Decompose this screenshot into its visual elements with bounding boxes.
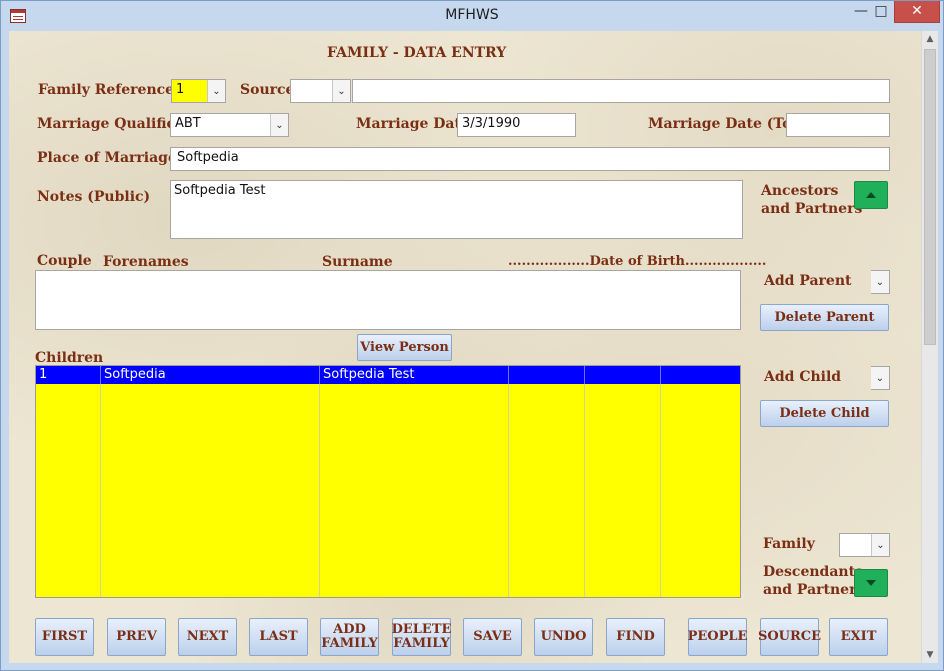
- source-button[interactable]: SOURCE: [757, 618, 822, 656]
- notes-public-field[interactable]: Softpedia Test: [170, 180, 743, 239]
- place-of-marriage-label: Place of Marriage: [37, 150, 177, 166]
- family-reference-label: Family Reference: [38, 82, 175, 98]
- grid-column-divider: [660, 366, 661, 597]
- next-button[interactable]: NEXT: [178, 618, 237, 656]
- people-button-label: PEOPLE: [687, 629, 748, 644]
- family-reference-value: 1: [176, 82, 185, 97]
- window-title: MFHWS: [445, 7, 499, 23]
- add-child-label: Add Child: [764, 369, 842, 385]
- first-button-label: FIRST: [41, 629, 88, 644]
- delete-parent-button[interactable]: Delete Parent: [760, 304, 889, 331]
- marriage-qualifier-value: ABT: [175, 116, 201, 131]
- ancestors-button[interactable]: [854, 181, 888, 209]
- vertical-scrollbar[interactable]: ▲ ▼: [921, 31, 938, 663]
- family-reference-combo[interactable]: 1 ⌄: [171, 79, 226, 103]
- scroll-down-icon[interactable]: ▼: [922, 647, 938, 663]
- couple-list[interactable]: [35, 270, 741, 330]
- maximize-button[interactable]: □: [867, 1, 895, 23]
- delete-family-button[interactable]: DELETE FAMILY: [392, 618, 451, 656]
- date-of-birth-header: ..................Date of Birth.........…: [508, 254, 767, 269]
- last-button[interactable]: LAST: [249, 618, 308, 656]
- add-family-button[interactable]: ADD FAMILY: [320, 618, 379, 656]
- add-child-combo[interactable]: ⌄: [871, 366, 890, 390]
- family-data-entry-form: FAMILY - DATA ENTRY Family Reference 1 ⌄…: [9, 31, 921, 663]
- marriage-date-to-field[interactable]: [786, 113, 890, 137]
- couple-header: Couple: [37, 253, 92, 269]
- chevron-down-icon[interactable]: ⌄: [270, 114, 288, 136]
- grid-column-divider: [584, 366, 585, 597]
- exit-button-label: EXIT: [840, 629, 877, 644]
- chevron-down-icon[interactable]: ⌄: [871, 271, 889, 293]
- find-button-label: FIND: [616, 629, 655, 644]
- undo-button-label: UNDO: [540, 629, 587, 644]
- find-button[interactable]: FIND: [606, 618, 665, 656]
- source-label: Source: [240, 82, 295, 98]
- family-label: Family: [763, 536, 815, 552]
- add-parent-combo[interactable]: ⌄: [871, 270, 890, 294]
- children-label: Children: [35, 350, 104, 366]
- grid-column-divider: [319, 366, 320, 597]
- surname-header: Surname: [322, 254, 393, 270]
- prev-button-label: PREV: [116, 629, 157, 644]
- people-button[interactable]: PEOPLE: [688, 618, 747, 656]
- add-parent-label: Add Parent: [764, 273, 852, 289]
- scroll-thumb[interactable]: [924, 49, 936, 345]
- undo-button[interactable]: UNDO: [534, 618, 593, 656]
- prev-button[interactable]: PREV: [107, 618, 166, 656]
- chevron-down-icon[interactable]: ⌄: [332, 80, 350, 102]
- triangle-down-icon: [866, 580, 876, 586]
- view-person-button[interactable]: View Person: [357, 334, 452, 361]
- delete-family-button-label: DELETE: [391, 622, 452, 637]
- table-row[interactable]: 1 Softpedia Softpedia Test: [36, 366, 740, 384]
- save-button[interactable]: SAVE: [463, 618, 522, 656]
- grid-column-divider: [100, 366, 101, 597]
- child-surname-cell: Softpedia Test: [323, 367, 415, 382]
- add-family-button-label-line2: FAMILY: [321, 636, 378, 651]
- close-button[interactable]: ✕: [894, 1, 940, 23]
- add-family-button-label: ADD: [333, 622, 366, 637]
- marriage-qualifier-label: Marriage Qualifier: [37, 116, 183, 132]
- form-heading: FAMILY - DATA ENTRY: [327, 45, 507, 61]
- descendants-label-line2: and Partners: [763, 582, 865, 598]
- title-bar[interactable]: MFHWS — □ ✕: [1, 1, 943, 31]
- marriage-date-field[interactable]: 3/3/1990: [457, 113, 576, 137]
- notes-public-label: Notes (Public): [37, 189, 151, 205]
- grid-column-divider: [508, 366, 509, 597]
- delete-family-button-label-line2: FAMILY: [393, 636, 450, 651]
- save-button-label: SAVE: [473, 629, 512, 644]
- first-button[interactable]: FIRST: [35, 618, 94, 656]
- source-text-field[interactable]: [352, 79, 890, 103]
- ancestors-label-line2: and Partners: [761, 201, 863, 217]
- chevron-down-icon[interactable]: ⌄: [207, 80, 225, 102]
- row-divider: [508, 366, 509, 384]
- exit-button[interactable]: EXIT: [829, 618, 888, 656]
- row-divider: [584, 366, 585, 384]
- row-divider: [660, 366, 661, 384]
- descendants-button[interactable]: [854, 569, 888, 597]
- next-button-label: NEXT: [186, 629, 229, 644]
- child-forenames-cell: Softpedia: [104, 367, 166, 382]
- last-button-label: LAST: [259, 629, 298, 644]
- chevron-down-icon[interactable]: ⌄: [871, 367, 889, 389]
- source-combo[interactable]: ⌄: [290, 79, 351, 103]
- source-button-label: SOURCE: [757, 629, 822, 644]
- application-window: MFHWS — □ ✕ FAMILY - DATA ENTRY Family R…: [0, 0, 944, 671]
- triangle-up-icon: [866, 192, 876, 198]
- children-grid[interactable]: 1 Softpedia Softpedia Test: [35, 365, 741, 598]
- row-divider: [100, 366, 101, 384]
- row-divider: [319, 366, 320, 384]
- scroll-up-icon[interactable]: ▲: [922, 31, 938, 47]
- ancestors-label-line1: Ancestors: [761, 183, 839, 199]
- place-of-marriage-field[interactable]: Softpedia: [170, 147, 890, 171]
- forenames-header: Forenames: [103, 254, 189, 270]
- family-combo[interactable]: ⌄: [839, 533, 890, 557]
- descendants-label-line1: Descendants: [763, 564, 863, 580]
- delete-child-button[interactable]: Delete Child: [760, 400, 889, 427]
- marriage-date-to-label: Marriage Date (To): [648, 116, 799, 132]
- chevron-down-icon[interactable]: ⌄: [871, 534, 889, 556]
- marriage-qualifier-combo[interactable]: ABT ⌄: [170, 113, 289, 137]
- marriage-date-label: Marriage Date: [356, 116, 470, 132]
- child-number-cell: 1: [39, 367, 48, 382]
